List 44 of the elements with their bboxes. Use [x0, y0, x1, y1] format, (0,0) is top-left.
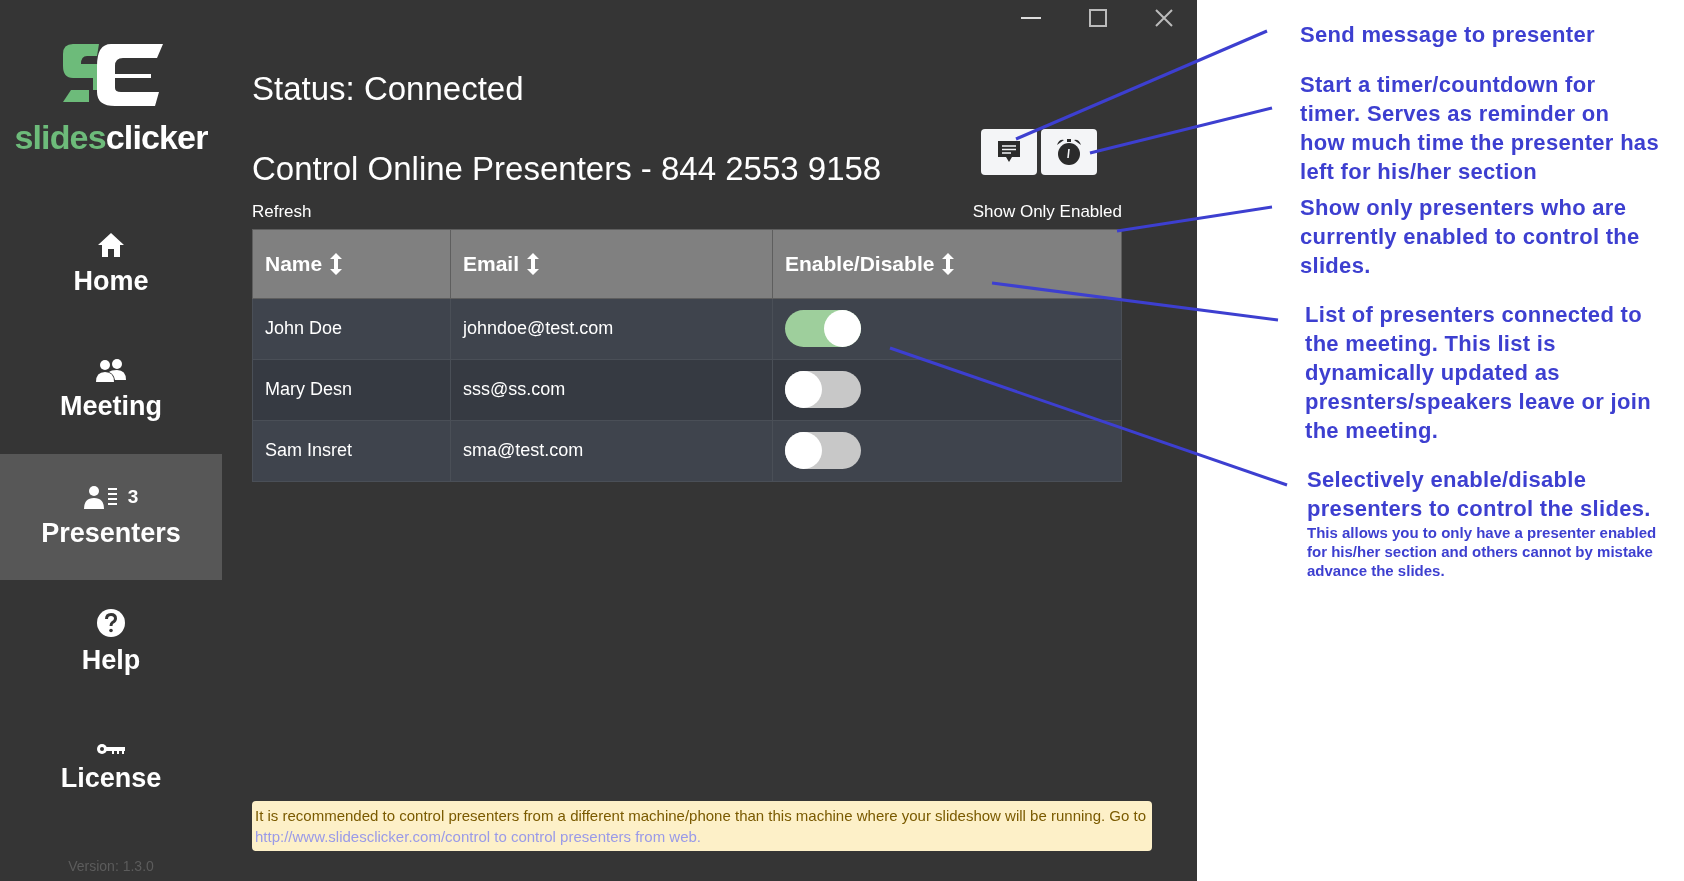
maximize-icon[interactable] — [1089, 9, 1107, 27]
sidebar-item[interactable]: Help — [0, 580, 222, 706]
annotation-text: List of presenters connected to the meeting. This list is dynamically updated as presnters/speakers leave or join the meeting. — [1305, 301, 1652, 445]
column-header[interactable]: Enable/Disable — [785, 248, 935, 280]
timer-button[interactable] — [1041, 129, 1097, 176]
table-cell: sss@ss.com — [463, 379, 566, 400]
page-heading: Control Online Presenters - 844 2553 9158 — [252, 149, 882, 189]
annotation-text: Show only presenters who are currently enabled to control the slides. — [1300, 194, 1641, 280]
presenter-list-icon — [83, 485, 118, 510]
notice-text: It is recommended to control presenters from a different machine/phone than this machine where your slideshow will be running. Go to http://www.slidesclicker.com/control to control presenters from web. — [255, 806, 1148, 847]
presenter-count: 3 — [127, 484, 139, 509]
annotation-text: Selectively enable/disable presenters to control the slides. — [1307, 466, 1652, 523]
help-icon — [96, 608, 126, 639]
people-icon — [95, 358, 127, 385]
table-cell: John Doe — [265, 318, 343, 339]
sidebar-item[interactable]: Meeting — [0, 328, 222, 454]
annotation-text: Send message to presenter — [1300, 21, 1596, 49]
toggle-switch[interactable] — [785, 371, 861, 409]
column-header[interactable]: Name — [265, 248, 323, 280]
sort-icon[interactable] — [527, 252, 540, 275]
minimize-icon[interactable] — [1021, 16, 1041, 20]
table-cell: Sam Insret — [265, 440, 353, 461]
column-header[interactable]: Email — [463, 248, 520, 280]
annotation-note: This allows you to only have a presenter enabled for his/her section and others cannot by mistake advance the slides. — [1307, 523, 1658, 580]
sidebar-item[interactable]: 3 Presenters — [0, 454, 222, 580]
status-title: Status: Connected — [252, 69, 525, 109]
toggle-switch[interactable] — [785, 432, 861, 470]
sidebar-item[interactable]: License — [0, 706, 222, 832]
sidebar-item[interactable]: Home — [0, 202, 222, 328]
alarm-clock-icon — [1054, 137, 1084, 168]
key-icon — [96, 742, 126, 757]
table-cell: Mary Desn — [265, 379, 353, 400]
refresh-link[interactable]: Refresh — [252, 199, 312, 225]
table-cell: sma@test.com — [463, 440, 584, 461]
table-cell: johndoe@test.com — [463, 318, 614, 339]
close-icon[interactable] — [1155, 9, 1173, 27]
logo-text: slidesclicker — [14, 120, 208, 154]
toggle-switch[interactable] — [785, 310, 861, 348]
message-button[interactable] — [981, 129, 1037, 176]
annotation-text: Start a timer/countdown for timer. Serves as reminder on how much time the presenter has left for his/her section — [1300, 71, 1660, 186]
sort-icon[interactable] — [330, 252, 343, 275]
show-only-enabled-link[interactable]: Show Only Enabled — [972, 199, 1122, 225]
sort-icon[interactable] — [942, 252, 955, 275]
home-icon — [97, 231, 125, 260]
